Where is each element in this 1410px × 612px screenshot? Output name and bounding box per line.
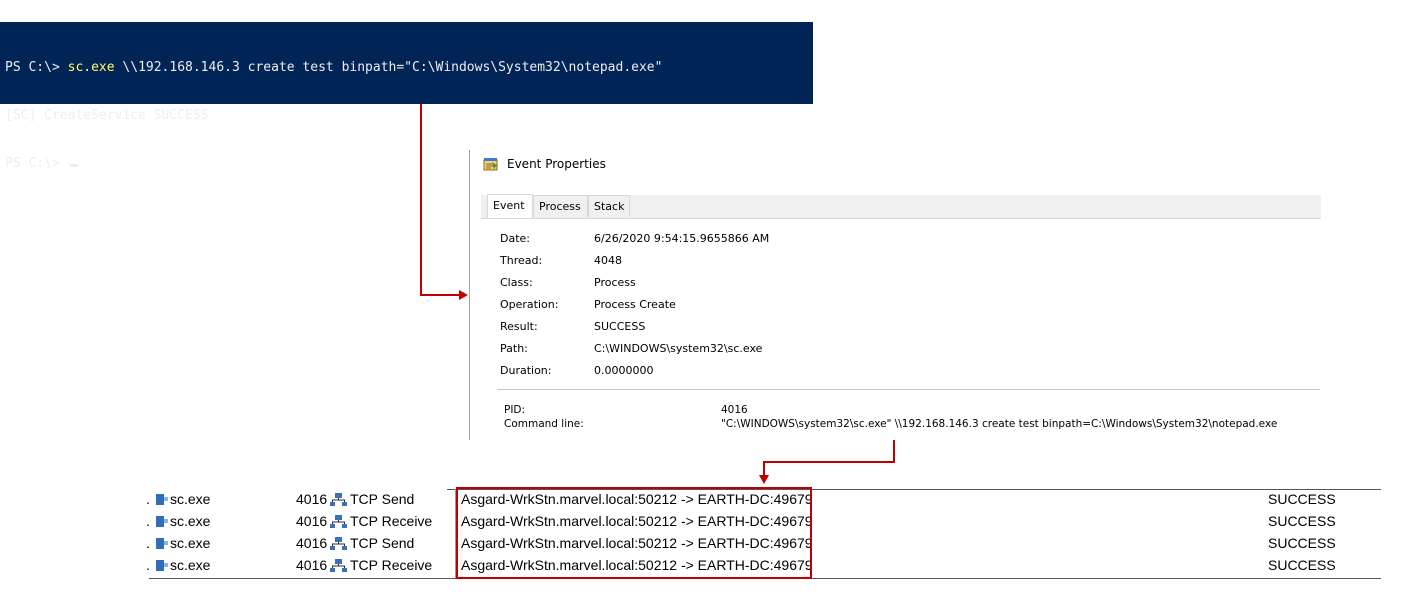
process-name: sc.exe	[170, 557, 211, 573]
annotation-arrow-horizontal	[420, 294, 460, 296]
detail-label: Command line:	[504, 418, 584, 430]
field-value: 4048	[594, 254, 622, 267]
terminal-cursor	[69, 164, 78, 167]
terminal-prompt: PS C:\>	[5, 60, 68, 75]
detail-command-line: Command line: "C:\WINDOWS\system32\sc.ex…	[504, 418, 1314, 431]
terminal-command-args: \\192.168.146.3 create test binpath="C:\…	[114, 60, 663, 75]
field-label: Class:	[500, 276, 533, 289]
field-path: Path: C:\WINDOWS\system32\sc.exe	[500, 340, 1300, 358]
process-icon	[156, 516, 164, 527]
process-icon	[156, 494, 164, 505]
annotation-arrowhead-right	[459, 290, 468, 300]
detail-value: 4016	[721, 404, 748, 416]
process-pid: 4016	[296, 535, 328, 551]
tab-stack[interactable]: Stack	[588, 195, 630, 217]
event-result: SUCCESS	[1268, 557, 1336, 573]
process-icon-accent	[164, 541, 168, 545]
field-duration: Duration: 0.0000000	[500, 362, 1300, 380]
network-icon	[330, 515, 347, 528]
field-class: Class: Process	[500, 274, 1300, 292]
process-icon	[156, 538, 164, 549]
field-value: Process	[594, 276, 636, 289]
process-icon-accent	[164, 519, 168, 523]
row-prefix: .	[146, 557, 150, 573]
operation-name: TCP Receive	[350, 557, 433, 573]
network-icon	[330, 559, 347, 572]
row-prefix: .	[146, 491, 150, 507]
process-pid: 4016	[296, 513, 328, 529]
field-result: Result: SUCCESS	[500, 318, 1300, 336]
process-icon	[156, 560, 164, 571]
terminal-line-command: PS C:\> sc.exe \\192.168.146.3 create te…	[5, 60, 813, 76]
process-pid: 4016	[296, 491, 328, 507]
field-value: 0.0000000	[594, 364, 654, 377]
terminal-command: sc.exe	[67, 60, 115, 75]
window-title: Event Properties	[483, 157, 606, 171]
detail-label: PID:	[504, 404, 526, 416]
event-result: SUCCESS	[1268, 491, 1336, 507]
field-value: Process Create	[594, 298, 676, 311]
field-value: 6/26/2020 9:54:15.9655866 AM	[594, 232, 770, 245]
field-operation: Operation: Process Create	[500, 296, 1300, 314]
detail-value: "C:\WINDOWS\system32\sc.exe" \\192.168.1…	[721, 418, 1278, 430]
annotation-arrow-down-vertical	[893, 440, 895, 462]
operation-name: TCP Send	[350, 535, 415, 551]
event-result: SUCCESS	[1268, 535, 1336, 551]
row-prefix: .	[146, 535, 150, 551]
field-label: Operation:	[500, 298, 559, 311]
process-icon-accent	[164, 497, 168, 501]
operation-name: TCP Receive	[350, 513, 433, 529]
field-label: Date:	[500, 232, 530, 245]
field-date: Date: 6/26/2020 9:54:15.9655866 AM	[500, 230, 1300, 248]
field-thread: Thread: 4048	[500, 252, 1300, 270]
divider	[497, 389, 1320, 390]
annotation-arrow-vertical	[420, 104, 422, 296]
field-value: C:\WINDOWS\system32\sc.exe	[594, 342, 763, 355]
process-icon-accent	[164, 563, 168, 567]
tab-process[interactable]: Process	[533, 195, 588, 217]
powershell-terminal[interactable]: PS C:\> sc.exe \\192.168.146.3 create te…	[0, 22, 813, 171]
field-label: Path:	[500, 342, 528, 355]
network-icon	[330, 493, 347, 506]
event-properties-icon	[483, 157, 499, 171]
process-name: sc.exe	[170, 491, 211, 507]
operation-name: TCP Send	[350, 491, 415, 507]
terminal-line-output: [SC] CreateService SUCCESS	[5, 108, 209, 123]
event-properties-window: Event Properties Event Process Stack Dat…	[469, 150, 1321, 440]
event-result: SUCCESS	[1268, 513, 1336, 529]
tab-event[interactable]: Event	[487, 194, 533, 218]
terminal-prompt: PS C:\>	[5, 156, 68, 171]
annotation-arrow-down-horizontal	[763, 461, 895, 463]
annotation-arrowhead-down	[759, 475, 769, 484]
path-highlight-box	[456, 487, 812, 579]
field-label: Thread:	[500, 254, 543, 267]
row-prefix: .	[146, 513, 150, 529]
process-name: sc.exe	[170, 535, 211, 551]
detail-pid: PID: 4016	[504, 404, 1314, 417]
field-label: Result:	[500, 320, 538, 333]
network-icon	[330, 537, 347, 550]
tab-bar: Event Process Stack	[481, 194, 1321, 219]
window-title-text: Event Properties	[507, 157, 606, 171]
window-edge	[469, 150, 470, 440]
process-pid: 4016	[296, 557, 328, 573]
process-name: sc.exe	[170, 513, 211, 529]
field-value: SUCCESS	[594, 320, 646, 333]
field-label: Duration:	[500, 364, 552, 377]
annotation-arrow-down-stub	[763, 461, 765, 476]
